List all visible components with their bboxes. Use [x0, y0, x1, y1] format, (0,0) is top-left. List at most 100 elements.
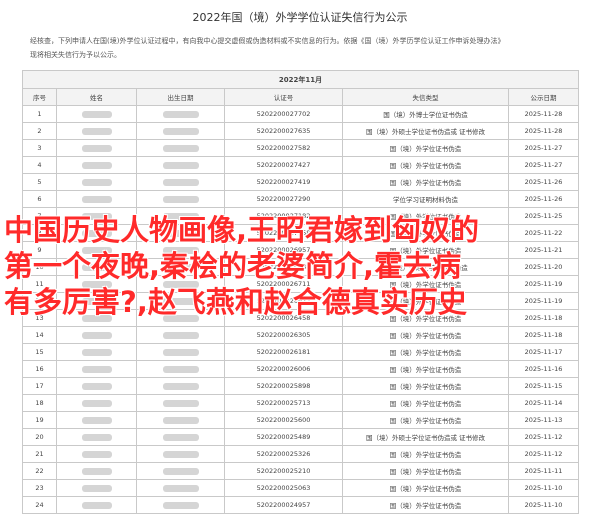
cell-type: 国（境）外学位证书伪造	[342, 377, 509, 395]
table-row: 16 5202200026006 国（境）外学位证书伪造 2025-11-16	[22, 360, 580, 378]
cell-date: 2025-11-28	[507, 105, 580, 123]
cell-name-redacted	[56, 496, 137, 514]
cell-name-redacted	[56, 343, 137, 361]
column-header-name: 姓名	[56, 88, 137, 106]
cell-seq: 23	[22, 479, 57, 497]
intro-text: 经核查，下列申请人在国(境)外学位认证过程中，有向我中心提交虚假或伪造材料或不实…	[20, 34, 588, 62]
column-header-dob: 出生日期	[136, 88, 225, 106]
cell-seq: 14	[22, 326, 57, 344]
cell-seq: 2	[22, 122, 57, 140]
overlay-line: 有多厉害?,赵飞燕和赵合德真实历史	[4, 285, 467, 319]
cell-type: 国（境）外学位证书伪造	[342, 156, 509, 174]
cell-name-redacted	[56, 394, 137, 412]
table-row: 4 5202200027427 国（境）外学位证书伪造 2025-11-27	[22, 156, 580, 174]
cell-date: 2025-11-14	[507, 394, 580, 412]
table-row: 18 5202200025713 国（境）外学位证书伪造 2025-11-14	[22, 394, 580, 412]
redaction-blur	[81, 348, 112, 356]
redaction-blur	[81, 127, 112, 135]
cell-name-redacted	[56, 173, 137, 191]
cell-type: 国（境）外学位证书伪造	[342, 173, 509, 191]
table-row: 19 5202200025600 国（境）外学位证书伪造 2025-11-13	[22, 411, 580, 429]
cell-seq: 3	[22, 139, 57, 157]
redaction-blur	[162, 501, 199, 509]
table-row: 15 5202200026181 国（境）外学位证书伪造 2025-11-17	[22, 343, 580, 361]
cell-date: 2025-11-10	[507, 479, 580, 497]
cell-date: 2025-11-12	[507, 428, 580, 446]
redaction-blur	[81, 144, 112, 152]
cell-cert: 5202200027702	[224, 105, 343, 123]
redaction-blur	[81, 399, 112, 407]
cell-name-redacted	[56, 139, 137, 157]
cell-cert: 5202200025600	[224, 411, 343, 429]
cell-date: 2025-11-26	[507, 190, 580, 208]
cell-dob-redacted	[136, 479, 225, 497]
overlay-line: 中国历史人物画像,王昭君嫁到匈奴的	[4, 213, 480, 247]
cell-dob-redacted	[136, 122, 225, 140]
cell-cert: 5202200027582	[224, 139, 343, 157]
table-row: 5 5202200027419 国（境）外学位证书伪造 2025-11-26	[22, 173, 580, 191]
redaction-blur	[162, 348, 199, 356]
overlay-line: 第一个夜晚,秦桧的老婆简介,霍去病	[4, 249, 462, 283]
cell-date: 2025-11-13	[507, 411, 580, 429]
redaction-blur	[162, 144, 199, 152]
cell-name-redacted	[56, 377, 137, 395]
cell-seq: 19	[22, 411, 57, 429]
redaction-blur	[81, 195, 112, 203]
cell-cert: 5202200024957	[224, 496, 343, 514]
redaction-blur	[81, 365, 112, 373]
redaction-blur	[162, 178, 199, 186]
column-header-date: 公示日期	[507, 88, 580, 106]
redaction-blur	[162, 331, 199, 339]
cell-seq: 5	[22, 173, 57, 191]
cell-cert: 5202200025713	[224, 394, 343, 412]
cell-cert: 5202200025063	[224, 479, 343, 497]
cell-date: 2025-11-16	[507, 360, 580, 378]
cell-dob-redacted	[136, 445, 225, 463]
redaction-blur	[162, 484, 199, 492]
redaction-blur	[81, 178, 112, 186]
cell-cert: 5202200026305	[224, 326, 343, 344]
cell-seq: 1	[22, 105, 57, 123]
cell-seq: 16	[22, 360, 57, 378]
table-row: 22 5202200025210 国（境）外学位证书伪造 2025-11-11	[22, 462, 580, 480]
redaction-blur	[81, 484, 112, 492]
cell-dob-redacted	[136, 173, 225, 191]
cell-cert: 5202200025210	[224, 462, 343, 480]
cell-name-redacted	[56, 462, 137, 480]
column-header-seq: 序号	[22, 88, 57, 106]
redaction-blur	[162, 161, 199, 169]
cell-dob-redacted	[136, 428, 225, 446]
redaction-blur	[162, 399, 199, 407]
cell-date: 2025-11-12	[507, 445, 580, 463]
cell-cert: 5202200026006	[224, 360, 343, 378]
cell-date: 2025-11-17	[507, 343, 580, 361]
cell-dob-redacted	[136, 156, 225, 174]
cell-cert: 5202200025489	[224, 428, 343, 446]
redaction-blur	[162, 382, 199, 390]
redaction-blur	[81, 161, 112, 169]
intro-paragraph: 经核查，下列申请人在国(境)外学位认证过程中，有向我中心提交虚假或伪造材料或不实…	[30, 37, 505, 45]
redaction-blur	[81, 467, 112, 475]
cell-dob-redacted	[136, 411, 225, 429]
overlay-headline: 中国历史人物画像,王昭君嫁到匈奴的 第一个夜晚,秦桧的老婆简介,霍去病 有多厉害…	[4, 212, 598, 320]
cell-date: 2025-11-15	[507, 377, 580, 395]
table-row: 14 5202200026305 国（境）外学位证书伪造 2025-11-18	[22, 326, 580, 344]
cell-seq: 21	[22, 445, 57, 463]
cell-seq: 4	[22, 156, 57, 174]
cell-dob-redacted	[136, 139, 225, 157]
cell-date: 2025-11-11	[507, 462, 580, 480]
redaction-blur	[162, 416, 199, 424]
table-row: 2 5202200027635 国（境）外硕士学位证书伪造或 证书修改 2025-11…	[22, 122, 580, 140]
cell-type: 国（境）外学位证书伪造	[342, 139, 509, 157]
table-row: 1 5202200027702 国（境）外博士学位证书伪造 2025-11-28	[22, 105, 580, 123]
cell-type: 国（境）外学位证书伪造	[342, 343, 509, 361]
redaction-blur	[81, 382, 112, 390]
cell-seq: 6	[22, 190, 57, 208]
redaction-blur	[162, 110, 199, 118]
redaction-blur	[162, 127, 199, 135]
cell-date: 2025-11-28	[507, 122, 580, 140]
cell-type: 国（境）外硕士学位证书伪造或 证书修改	[342, 428, 509, 446]
redaction-blur	[162, 450, 199, 458]
table-row: 3 5202200027582 国（境）外学位证书伪造 2025-11-27	[22, 139, 580, 157]
cell-dob-redacted	[136, 462, 225, 480]
